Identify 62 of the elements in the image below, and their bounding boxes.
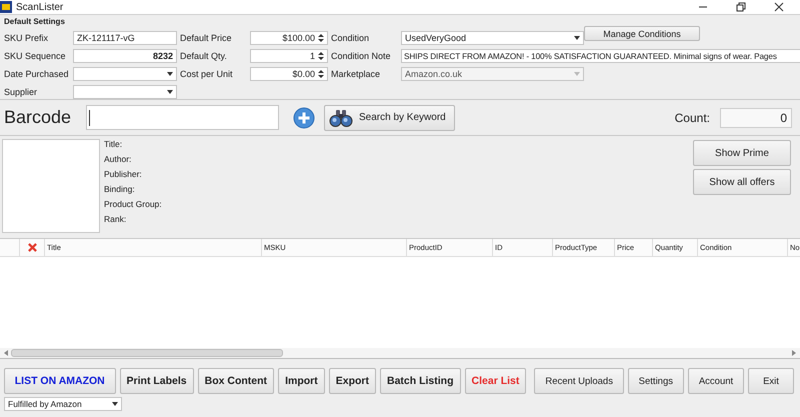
close-icon[interactable]	[774, 2, 784, 12]
scroll-right-icon[interactable]	[792, 350, 796, 356]
action-button[interactable]: Print Labels	[120, 368, 194, 394]
spinner-field[interactable]: $0.00	[250, 67, 328, 81]
restore-icon[interactable]	[736, 2, 746, 12]
nav-button[interactable]: Account	[688, 368, 744, 394]
field-label: Supplier	[4, 87, 38, 97]
info-label: Publisher:	[104, 169, 143, 180]
info-label: Title:	[104, 139, 124, 150]
delete-icon[interactable]	[28, 243, 36, 252]
field-label: SKU Sequence	[4, 51, 67, 61]
nav-button[interactable]: Settings	[628, 368, 684, 394]
info-label: Binding:	[104, 184, 136, 195]
nav-button[interactable]: Recent Uploads	[534, 368, 624, 394]
count-label: Count:	[674, 110, 710, 124]
caret-icon	[112, 402, 118, 406]
add-icon[interactable]	[293, 106, 315, 128]
action-button[interactable]: Export	[328, 368, 376, 394]
field-label: Condition	[331, 33, 370, 43]
field-label: Date Purchased	[4, 69, 70, 79]
field-label: Cost per Unit	[180, 69, 234, 79]
action-button[interactable]: Box Content	[198, 368, 274, 394]
caret-icon	[574, 72, 580, 76]
caret-icon	[167, 90, 173, 94]
action-button[interactable]: Import	[278, 368, 325, 394]
binoculars-icon	[329, 108, 353, 126]
app-logo-icon	[0, 1, 12, 13]
field-label: Marketplace	[331, 69, 382, 79]
info-label: Author:	[104, 154, 132, 165]
spinner-arrows-icon[interactable]	[318, 69, 324, 79]
field-label: Default Price	[180, 33, 233, 43]
field-label: SKU Prefix	[4, 33, 50, 43]
caret-icon	[167, 72, 173, 76]
barcode-label: Barcode	[4, 107, 72, 128]
nav-button[interactable]: Exit	[748, 368, 794, 394]
window-title: ScanLister	[16, 2, 64, 12]
spinner-arrows-icon[interactable]	[318, 51, 324, 61]
offer-button[interactable]: Show all offers	[693, 169, 791, 195]
text-field[interactable]: SHIPS DIRECT FROM AMAZON! - 100% SATISFACTION GUARANTEED. Minimal signs of wear. Pages	[401, 49, 800, 63]
caret-icon	[574, 36, 580, 40]
spinner-arrows-icon[interactable]	[318, 33, 324, 43]
field-label: Default Qty.	[180, 51, 228, 61]
scroll-left-icon[interactable]	[4, 350, 8, 356]
text-field[interactable]: ZK-121117-vG	[73, 31, 177, 45]
count-field: 0	[720, 108, 792, 128]
action-button[interactable]: Clear List	[464, 368, 526, 394]
dropdown[interactable]: UsedVeryGood	[401, 31, 584, 45]
barcode-field[interactable]	[86, 105, 279, 130]
number-field[interactable]: 8232	[73, 49, 177, 63]
scrollbar-thumb[interactable]	[11, 349, 283, 357]
action-button[interactable]: Batch Listing	[380, 368, 461, 394]
section-heading: Default Settings	[4, 17, 66, 26]
spinner-field[interactable]: $100.00	[250, 31, 328, 45]
action-button[interactable]: LIST ON AMAZON	[4, 368, 116, 394]
manage-conditions-button[interactable]: Manage Conditions	[584, 26, 700, 41]
fulfillment-dropdown[interactable]: Fulfilled by Amazon	[4, 397, 122, 411]
spinner-field[interactable]: 1	[250, 49, 328, 63]
field-label: Condition Note	[331, 51, 392, 61]
info-label: Product Group:	[104, 199, 162, 210]
offer-button[interactable]: Show Prime	[693, 140, 791, 166]
info-label: Rank:	[104, 214, 128, 225]
search-by-keyword-button[interactable]: Search by Keyword	[324, 104, 455, 130]
